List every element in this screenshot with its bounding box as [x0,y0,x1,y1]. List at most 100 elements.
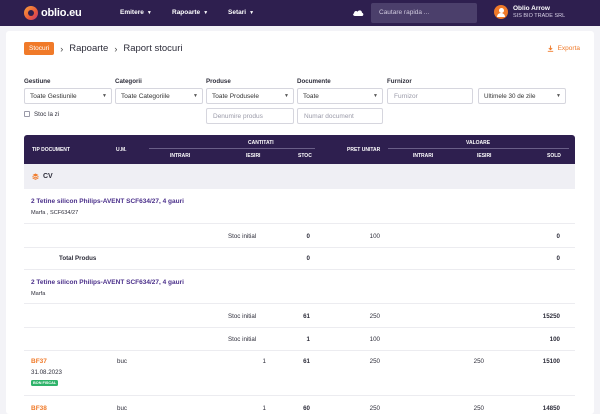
chevron-right-icon: › [114,43,118,54]
row-iesiri: 1 [262,358,266,365]
denumire-produs-input[interactable]: Denumire produs [206,108,294,124]
row-divider [24,303,575,304]
cloud-icon[interactable] [352,8,364,17]
quick-search-input[interactable]: Cautare rapida ... [371,3,477,23]
logo-mark-icon [24,6,38,20]
user-company: SIS BIO TRADE SRL [513,13,566,19]
row-sold: 0 [556,233,560,240]
nav-setari[interactable]: Setari ▼ [228,9,254,16]
filter-label-categorii: Categorii [115,78,142,85]
nav-rapoarte[interactable]: Rapoarte ▼ [172,9,208,16]
row-pret: 250 [369,313,380,320]
layers-icon [32,173,39,180]
perioada-select[interactable]: Ultimele 30 de zile ▼ [478,88,566,104]
total-sold: 0 [556,255,560,262]
nav-rapoarte-label: Rapoarte [172,9,201,16]
top-navbar: oblio.eu Emitere ▼ Rapoarte ▼ Setari ▼ Caut… [0,0,600,26]
categorii-select[interactable]: Toate Categoriile ▼ [115,88,203,104]
product-title[interactable]: 2 Tetine silicon Philips-AVENT SCF634/27… [31,279,184,286]
document-link[interactable]: BF37 [31,358,47,365]
chevron-down-icon: ▼ [193,93,198,99]
product-subtitle: Marfa [31,291,46,297]
app-logo[interactable]: oblio.eu [24,6,82,20]
export-label: Exporta [557,45,580,52]
nav-emitere[interactable]: Emitere ▼ [120,9,152,16]
perioada-select-value: Ultimele 30 de zile [484,93,536,100]
filter-label-documente: Documente [297,78,331,85]
th-um: U.M. [116,147,127,153]
row-pret: 100 [369,336,380,343]
total-produs-label: Total Produs [59,255,97,262]
report-card: Stocuri › Rapoarte › Raport stocuri Expo… [6,31,594,414]
export-button[interactable]: Exporta [547,45,580,52]
breadcrumb-badge[interactable]: Stocuri [24,42,55,55]
chevron-down-icon: ▼ [102,93,107,99]
chevron-right-icon: › [60,43,64,54]
user-avatar[interactable] [494,5,508,19]
row-divider [24,247,575,248]
row-stoc: 0 [306,233,310,240]
gestiune-select[interactable]: Toate Gestiunile ▼ [24,88,112,104]
filter-label-furnizor: Furnizor [387,78,412,85]
filter-label-gestiune: Gestiune [24,78,51,85]
row-divider [24,223,575,224]
produse-select[interactable]: Toate Produsele ▼ [206,88,294,104]
document-date: 31.08.2023 [31,369,62,376]
breadcrumb: Stocuri › Rapoarte › Raport stocuri [24,42,182,55]
row-sold: 15100 [542,358,560,365]
th-tip-document: TIP DOCUMENT [32,147,70,153]
th-sold: SOLD [547,153,561,159]
breadcrumb-rapoarte[interactable]: Rapoarte [69,43,108,54]
row-divider [24,269,575,270]
row-divider [24,395,575,396]
th-cantitati: CANTITATI [248,140,274,146]
row-divider [24,350,575,351]
filter-label-produse: Produse [206,78,231,85]
header-divider [149,148,315,149]
download-icon [547,45,553,52]
th-pret-unitar: PRET UNITAR [347,147,381,153]
row-valoare-iesiri: 250 [473,358,484,365]
chevron-down-icon: ▼ [146,9,152,16]
chevron-down-icon: ▼ [249,9,255,16]
row-stoc: 61 [303,313,310,320]
th-iesiri: IESIRI [246,153,261,159]
th-valoare-iesiri: IESIRI [477,153,492,159]
row-sold: 14850 [542,405,560,412]
th-intrari: INTRARI [170,153,191,159]
chevron-down-icon: ▼ [284,93,289,99]
row-pret: 250 [369,358,380,365]
row-pret: 100 [369,233,380,240]
row-sold: 15250 [542,313,560,320]
status-badge: BON FISCAL [31,380,59,386]
category-label: CV [43,173,53,180]
user-name[interactable]: Oblio Arrow [513,5,550,12]
row-label: Stoc initial [228,336,257,343]
documente-select-value: Toate [303,93,319,100]
row-label: Stoc initial [228,313,257,320]
th-valoare-intrari: INTRARI [413,153,434,159]
documente-select[interactable]: Toate ▼ [297,88,383,104]
stoc-la-zi-checkbox[interactable] [24,111,30,117]
categorii-select-value: Toate Categoriile [121,93,170,100]
row-divider [24,327,575,328]
gestiune-select-value: Toate Gestiunile [30,93,77,100]
furnizor-input[interactable]: Furnizor [387,88,473,104]
th-stoc: STOC [298,153,312,159]
document-link[interactable]: BF38 [31,405,47,412]
row-iesiri: 1 [262,405,266,412]
nav-setari-label: Setari [228,9,247,16]
chevron-down-icon: ▼ [373,93,378,99]
th-valoare: VALOARE [466,140,491,146]
chevron-down-icon: ▼ [203,9,209,16]
product-title[interactable]: 2 Tetine silicon Philips-AVENT SCF634/27… [31,198,184,205]
category-group-row: CV [24,164,575,189]
row-sold: 100 [549,336,560,343]
page-title: Raport stocuri [123,43,183,54]
row-um: buc [117,405,127,412]
row-stoc: 61 [303,358,310,365]
stoc-la-zi-label[interactable]: Stoc la zi [34,111,59,118]
row-valoare-iesiri: 250 [473,405,484,412]
numar-document-input[interactable]: Numar document [297,108,383,124]
nav-emitere-label: Emitere [120,9,144,16]
